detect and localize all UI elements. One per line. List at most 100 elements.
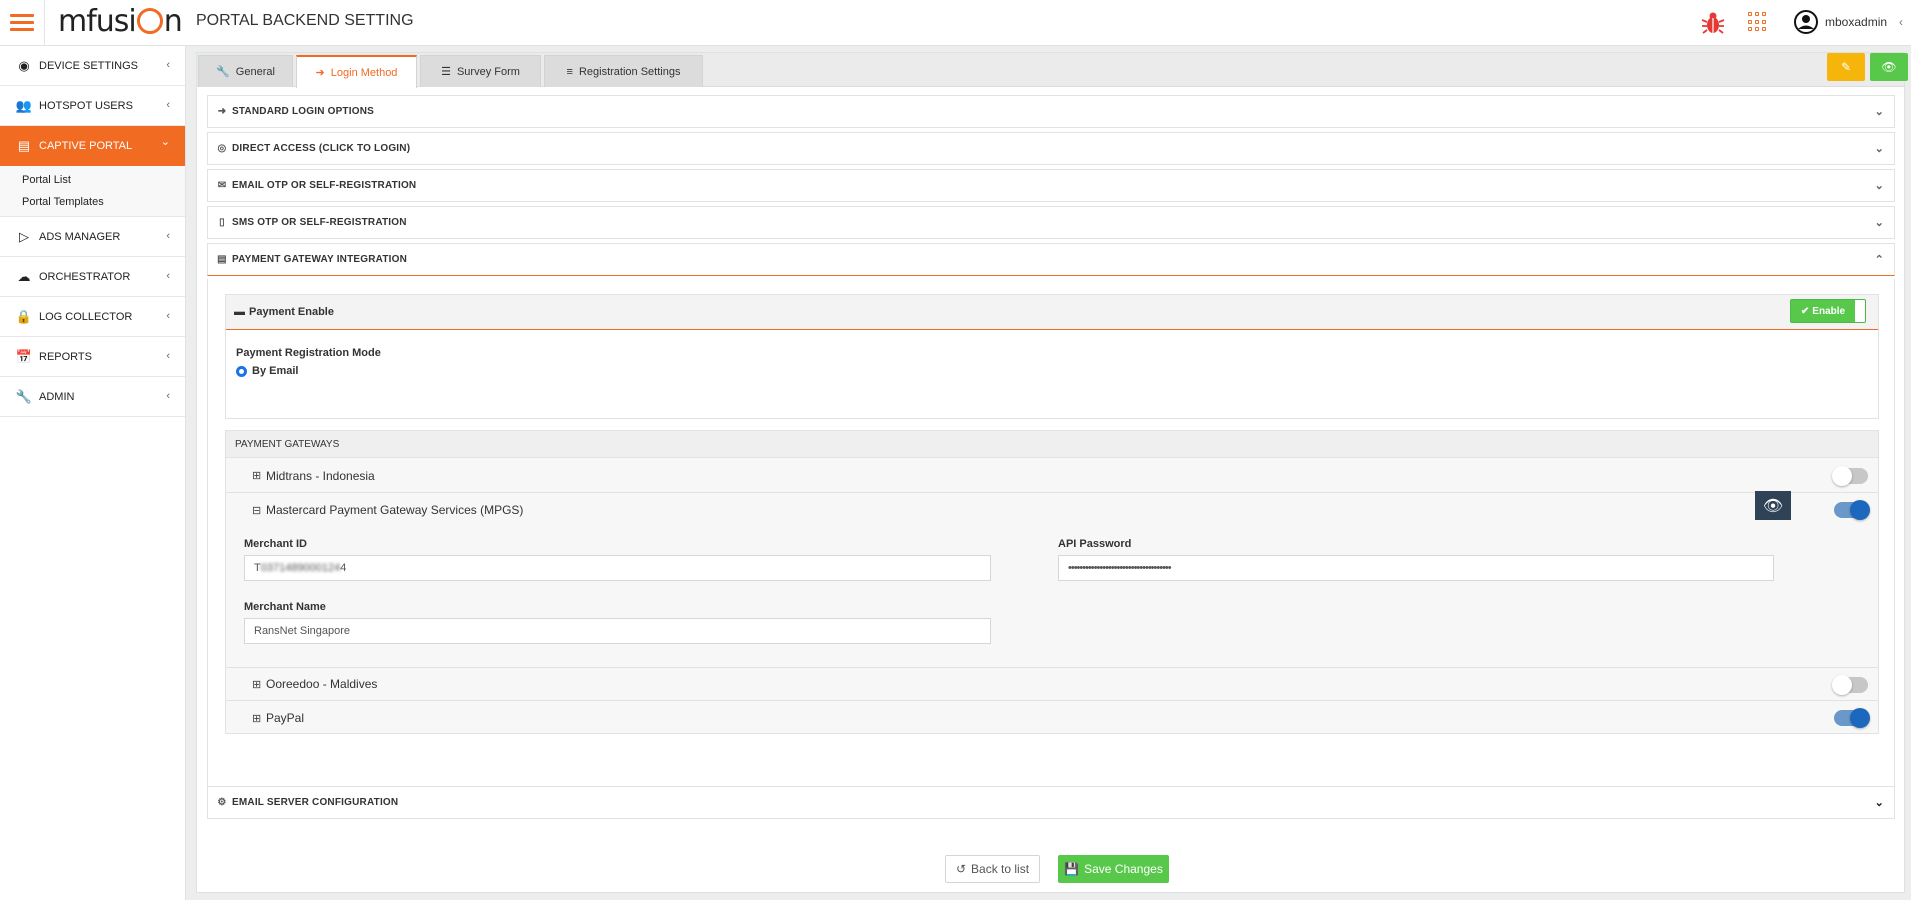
play-icon: ▷ — [19, 228, 29, 244]
chevron-down-icon: ⌄ — [1874, 180, 1884, 192]
tab-label: Login Method — [330, 66, 398, 79]
gateway-row-ooreedoo[interactable]: ⊞ Ooreedoo - Maldives — [226, 667, 1878, 701]
payment-enable-toggle[interactable]: ✔ Enable — [1790, 299, 1866, 323]
chevron-down-icon: ⌄ — [160, 136, 170, 148]
chevron-left-icon: ‹ — [166, 310, 170, 322]
tab-label: General — [235, 65, 275, 78]
tab-registration-settings[interactable]: ≡ Registration Settings — [544, 55, 703, 87]
cogs-icon: ⚙ — [217, 797, 227, 808]
gateway-toggle[interactable] — [1834, 708, 1870, 728]
save-icon: 💾 — [1064, 862, 1080, 876]
gateway-toggle[interactable] — [1834, 500, 1870, 520]
chevron-up-icon: ⌃ — [1874, 254, 1884, 266]
cloud-icon: ☁ — [17, 268, 31, 284]
sidebar-subitem-portal-templates[interactable]: Portal Templates — [0, 191, 185, 213]
gateway-name: Midtrans - Indonesia — [266, 468, 375, 483]
payment-enable-box: ▬ Payment Enable ✔ Enable Payment Registr… — [225, 294, 1879, 419]
gateway-row-paypal[interactable]: ⊞ PayPal — [226, 701, 1878, 735]
lock-icon: 🔒 — [15, 308, 33, 324]
gateway-row-mpgs[interactable]: ⊟ Mastercard Payment Gateway Services (M… — [226, 493, 1878, 527]
wrench-icon: 🔧 — [15, 388, 33, 404]
sidebar-item-log-collector[interactable]: 🔒 LOG COLLECTOR ‹ — [0, 297, 185, 337]
panel-payment-gateway[interactable]: ▤ PAYMENT GATEWAY INTEGRATION ⌃ — [207, 243, 1895, 276]
radio-label: By Email — [252, 365, 299, 377]
sliders-icon: ≡ — [566, 65, 573, 78]
chevron-down-icon: ⌄ — [1874, 143, 1884, 155]
panel-title: EMAIL OTP OR SELF-REGISTRATION — [232, 180, 417, 191]
apps-grid-icon[interactable] — [1748, 12, 1768, 32]
radio-button[interactable] — [236, 365, 247, 377]
payment-gateways-box: PAYMENT GATEWAYS ⊞ Midtrans - Indonesia … — [225, 430, 1879, 734]
tab-general[interactable]: 🔧 General — [198, 55, 293, 87]
sidebar-item-admin[interactable]: 🔧 ADMIN ‹ — [0, 377, 185, 417]
expand-icon[interactable]: ⊞ — [252, 712, 261, 725]
logo: mfusi n — [58, 4, 183, 39]
back-to-list-button[interactable]: ↺ Back to list — [945, 855, 1040, 883]
panel-direct-access[interactable]: ◎ DIRECT ACCESS (CLICK TO LOGIN) ⌄ — [207, 132, 1895, 165]
panel-email-server-configuration[interactable]: ⚙ EMAIL SERVER CONFIGURATION ⌄ — [207, 786, 1895, 819]
payment-enable-header: ▬ Payment Enable ✔ Enable — [226, 295, 1878, 330]
sidebar-item-reports[interactable]: 📅 REPORTS ‹ — [0, 337, 185, 377]
panel-title: DIRECT ACCESS (CLICK TO LOGIN) — [232, 143, 411, 154]
button-label: Save Changes — [1084, 862, 1163, 876]
sidebar-item-label: ORCHESTRATOR — [39, 270, 131, 283]
mobile-icon: ▯ — [219, 217, 225, 228]
collapse-icon[interactable]: ⊟ — [252, 504, 261, 517]
user-menu[interactable]: mboxadmin ‹ — [1794, 10, 1903, 34]
users-icon: 👥 — [15, 97, 33, 113]
panel-email-otp[interactable]: ✉ EMAIL OTP OR SELF-REGISTRATION ⌄ — [207, 169, 1895, 202]
show-password-button[interactable]: 👁 — [1755, 491, 1791, 520]
panel-sms-otp[interactable]: ▯ SMS OTP OR SELF-REGISTRATION ⌄ — [207, 206, 1895, 239]
chevron-left-icon: ‹ — [1899, 15, 1904, 29]
merchant-name-input[interactable]: RansNet Singapore — [244, 618, 991, 644]
tab-login-method[interactable]: ➜ Login Method — [296, 55, 417, 88]
sign-in-icon: ➜ — [217, 106, 227, 117]
gateway-toggle[interactable] — [1832, 466, 1868, 486]
merchant-id-suffix: 4 — [340, 562, 347, 574]
save-changes-button[interactable]: 💾 Save Changes — [1058, 855, 1169, 883]
user-avatar-icon — [1794, 10, 1818, 34]
tab-label: Registration Settings — [578, 65, 681, 78]
sidebar-item-orchestrator[interactable]: ☁ ORCHESTRATOR ‹ — [0, 257, 185, 297]
eye-icon: 👁 — [1762, 497, 1784, 515]
tab-survey-form[interactable]: ☰ Survey Form — [420, 55, 541, 87]
sidebar-item-device-settings[interactable]: ◉ DEVICE SETTINGS ‹ — [0, 46, 185, 86]
logo-divider — [44, 0, 45, 46]
username: mboxadmin — [1825, 15, 1888, 29]
menu-toggle-icon[interactable] — [10, 10, 34, 36]
chevron-left-icon: ‹ — [166, 99, 170, 111]
list-icon: ☰ — [441, 66, 451, 78]
bug-icon[interactable] — [1700, 10, 1726, 36]
toggle-label: Enable — [1812, 305, 1846, 317]
undo-icon: ↺ — [955, 862, 967, 876]
merchant-name-label: Merchant Name — [244, 601, 326, 613]
payment-gateway-body: ▬ Payment Enable ✔ Enable Payment Registr… — [207, 279, 1895, 790]
payment-mode-label: Payment Registration Mode — [236, 347, 381, 359]
api-password-input[interactable]: •••••••••••••••••••••••••••••••••••• — [1058, 555, 1774, 581]
merchant-id-input[interactable]: T03714890001244 — [244, 555, 991, 581]
payment-gateways-title: PAYMENT GATEWAYS — [226, 431, 1878, 458]
gateway-toggle[interactable] — [1832, 675, 1868, 695]
preview-button[interactable]: 👁 — [1870, 53, 1908, 81]
sidebar-item-label: HOTSPOT USERS — [39, 99, 133, 112]
expand-icon[interactable]: ⊞ — [252, 469, 261, 482]
payment-mode-option[interactable]: By Email — [236, 365, 298, 377]
panel-title: PAYMENT GATEWAY INTEGRATION — [232, 254, 408, 265]
expand-icon[interactable]: ⊞ — [252, 678, 261, 691]
edit-button[interactable]: ✎ — [1827, 53, 1865, 81]
panel-standard-login-options[interactable]: ➜ STANDARD LOGIN OPTIONS ⌄ — [207, 95, 1895, 128]
portal-icon: ▤ — [17, 137, 31, 153]
sidebar-item-ads-manager[interactable]: ▷ ADS MANAGER ‹ — [0, 217, 185, 257]
gateway-row-midtrans[interactable]: ⊞ Midtrans - Indonesia — [226, 459, 1878, 493]
chevron-left-icon: ‹ — [166, 390, 170, 402]
button-label: Back to list — [971, 862, 1030, 876]
calendar-icon: 📅 — [15, 348, 33, 364]
target-icon: ◎ — [217, 143, 227, 154]
api-password-label: API Password — [1058, 538, 1132, 550]
panel-title: EMAIL SERVER CONFIGURATION — [232, 797, 399, 808]
sidebar-subitem-portal-list[interactable]: Portal List — [0, 169, 185, 191]
envelope-icon: ✉ — [217, 180, 227, 191]
sidebar-item-hotspot-users[interactable]: 👥 HOTSPOT USERS ‹ — [0, 86, 185, 126]
main-content: 🔧 General ➜ Login Method ☰ Survey Form ≡… — [196, 52, 1908, 893]
sidebar-item-captive-portal[interactable]: ▤ CAPTIVE PORTAL ⌄ — [0, 126, 185, 166]
